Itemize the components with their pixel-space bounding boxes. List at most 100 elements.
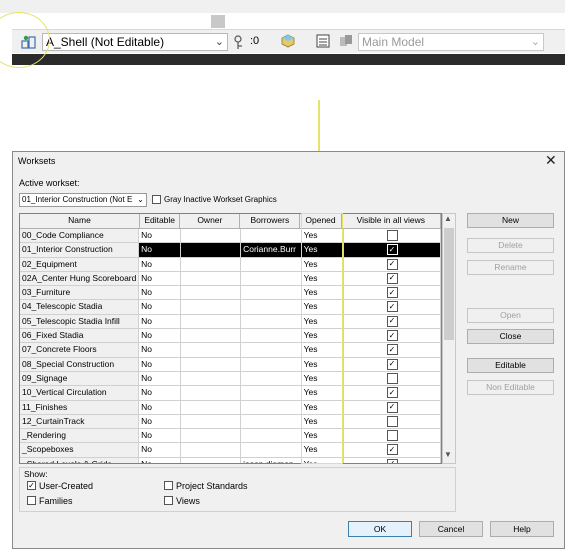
visible-checkbox[interactable]: ✓ [386,444,398,456]
col-name-header[interactable]: Name [20,214,140,229]
active-workset-value: A_Shell (Not Editable) [46,35,165,49]
visible-checkbox[interactable]: ✓ [386,244,398,256]
col-editable-cell[interactable]: No [139,329,181,344]
editable-button[interactable]: Editable [467,358,554,373]
col-name-cell: 12_CurtainTrack [20,414,140,430]
design-options-icon[interactable] [316,34,330,52]
editable-only-icon[interactable] [233,34,247,54]
col-editable-cell[interactable]: No [139,257,181,272]
col-visible-header[interactable]: Visible in all views [341,214,441,229]
table-row[interactable]: 07_Concrete Floors No Yes ✓ [20,343,441,358]
table-row[interactable]: 10_Vertical Circulation No Yes ✓ [20,386,441,401]
help-button[interactable]: Help [490,521,554,537]
user-created-checkbox[interactable]: ✓ [27,481,36,490]
visible-checkbox[interactable]: ✓ [386,301,398,313]
col-editable-cell[interactable]: No [139,343,181,358]
col-owner-header[interactable]: Owner [180,214,241,229]
project-standards-checkbox[interactable] [164,481,173,490]
table-row[interactable]: 03_Furniture No Yes ✓ [20,286,441,301]
non-editable-button[interactable]: Non Editable [467,380,554,395]
col-editable-cell[interactable]: No [139,371,181,387]
table-row[interactable]: 02_Equipment No Yes ✓ [20,257,441,272]
cancel-button[interactable]: Cancel [419,521,483,537]
col-editable-cell[interactable]: No [139,400,181,415]
col-owner-cell [180,314,242,330]
col-name-cell: 06_Fixed Stadia [20,329,140,344]
visible-checkbox[interactable]: ✓ [386,401,398,413]
close-icon[interactable]: ✕ [545,152,557,169]
col-editable-cell[interactable]: No [139,314,181,330]
col-borrowers-cell [241,257,302,272]
col-editable-cell[interactable]: No [139,243,181,258]
col-editable-cell[interactable]: No [139,429,181,444]
active-workset-select[interactable]: 01_Interior Construction (Not E ⌄ [19,193,147,207]
col-borrowers-cell [241,414,302,430]
cube-icon[interactable] [281,34,295,52]
col-borrowers-header[interactable]: Borrowers [240,214,301,229]
col-editable-cell[interactable]: No [139,286,181,301]
table-row[interactable]: _Scopeboxes No Yes ✓ [20,443,441,458]
visible-checkbox[interactable]: ✓ [386,272,398,284]
new-button[interactable]: New [467,213,554,228]
table-row[interactable]: 08_Special Construction No Yes ✓ [20,357,441,372]
col-editable-cell[interactable]: No [139,357,181,372]
visible-checkbox[interactable]: ✓ [386,387,398,399]
visible-checkbox[interactable] [386,430,398,442]
col-visible-cell [344,429,441,444]
table-row[interactable]: 04_Telescopic Stadia No Yes ✓ [20,300,441,315]
visible-checkbox[interactable]: ✓ [386,258,398,270]
col-borrowers-cell [241,229,302,244]
table-row[interactable]: 06_Fixed Stadia No Yes ✓ [20,329,441,344]
col-owner-cell [180,343,242,358]
visible-checkbox[interactable] [386,372,398,384]
table-header: Name Editable Owner Borrowers Opened Visible … [20,214,441,229]
scroll-up-icon[interactable]: ▲ [444,214,452,223]
table-row[interactable]: 02A_Center Hung Scoreboard No Yes ✓ [20,271,441,287]
close-button[interactable]: Close [467,329,554,344]
families-checkbox[interactable] [27,496,36,505]
views-checkbox[interactable] [164,496,173,505]
scrollbar-thumb[interactable] [444,228,454,340]
scroll-down-icon[interactable]: ▼ [444,450,452,459]
col-editable-header[interactable]: Editable [140,214,181,229]
col-borrowers-cell [241,443,302,458]
active-only-icon[interactable] [339,34,353,52]
col-editable-cell[interactable]: No [139,229,181,244]
visible-checkbox[interactable]: ✓ [386,458,398,463]
worksets-table: Name Editable Owner Borrowers Opened Visible … [19,213,442,464]
col-name-cell: _Shared Levels & Grids [20,457,140,463]
design-option-dropdown[interactable]: Main Model ⌄ [358,33,544,51]
col-editable-cell[interactable]: No [139,271,181,287]
table-row[interactable]: 01_Interior Construction No Corianne.Burr Y… [20,243,441,258]
col-editable-cell[interactable]: No [139,457,181,463]
col-visible-cell: ✓ [344,300,441,315]
table-row[interactable]: 05_Telescopic Stadia Infill No Yes ✓ [20,314,441,330]
visible-checkbox[interactable]: ✓ [386,315,398,327]
col-visible-cell: ✓ [344,257,441,272]
visible-checkbox[interactable]: ✓ [386,344,398,356]
col-editable-cell[interactable]: No [139,386,181,401]
visible-checkbox[interactable]: ✓ [386,330,398,342]
active-workset-dropdown[interactable]: A_Shell (Not Editable) ⌄ [42,33,228,51]
col-editable-cell[interactable]: No [139,414,181,430]
col-editable-cell[interactable]: No [139,300,181,315]
visible-checkbox[interactable] [386,230,398,241]
ribbon-gray-block [211,15,225,28]
table-row[interactable]: 00_Code Compliance No Yes [20,229,441,244]
delete-button[interactable]: Delete [467,238,554,253]
visible-checkbox[interactable]: ✓ [386,358,398,370]
visible-checkbox[interactable] [386,415,398,427]
table-row[interactable]: 11_Finishes No Yes ✓ [20,400,441,415]
visible-checkbox[interactable]: ✓ [386,287,398,299]
col-editable-cell[interactable]: No [139,443,181,458]
open-button[interactable]: Open [467,308,554,323]
rename-button[interactable]: Rename [467,260,554,275]
table-row[interactable]: 12_CurtainTrack No Yes [20,414,441,430]
table-row[interactable]: 09_Signage No Yes [20,371,441,387]
ok-button[interactable]: OK [348,521,412,537]
col-borrowers-cell [241,400,302,415]
col-visible-cell [344,414,441,430]
gray-inactive-checkbox[interactable] [152,195,161,204]
table-row[interactable]: _Rendering No Yes [20,429,441,444]
table-row[interactable]: _Shared Levels & Grids No jason.diamon Yes ✓ [20,457,441,463]
